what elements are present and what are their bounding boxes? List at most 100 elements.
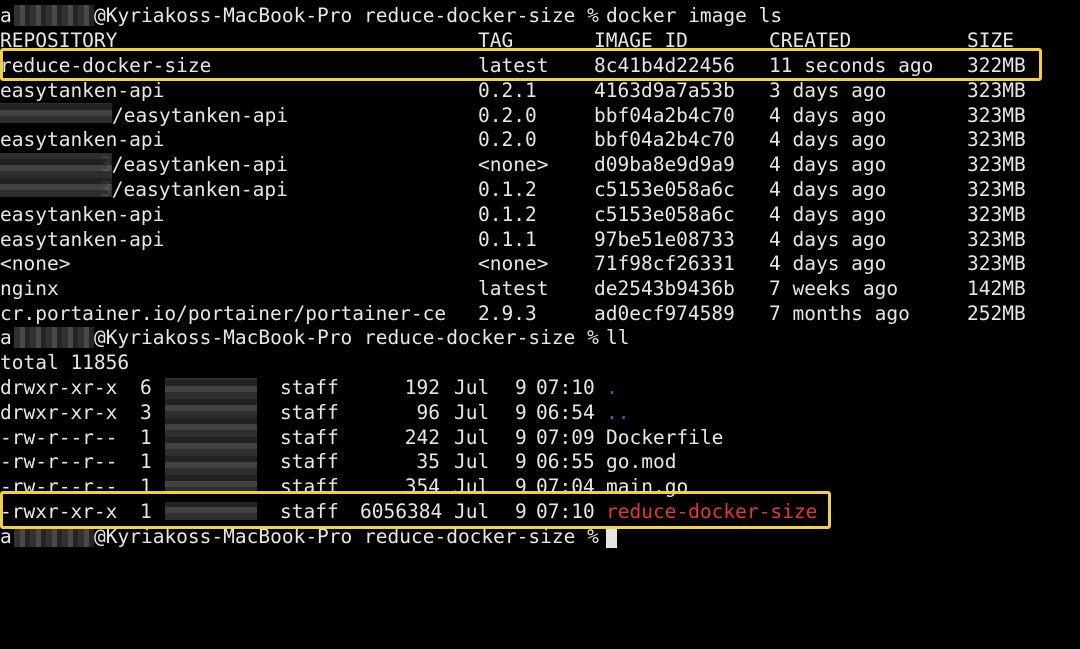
- cell-repository: <none>: [0, 252, 71, 276]
- cell-repository: easytanken-api: [0, 128, 165, 152]
- cell-tag: latest: [478, 277, 549, 301]
- cell-size: 323MB: [967, 202, 1026, 226]
- cell-month: Jul: [454, 425, 490, 449]
- cell-filename[interactable]: .: [606, 375, 618, 400]
- prompt-user: a: [0, 4, 12, 27]
- cell-created: 4 days ago: [769, 178, 887, 201]
- cell-month: Jul: [454, 450, 490, 474]
- text-cursor[interactable]: [606, 526, 617, 548]
- terminal-window[interactable]: a @Kyriakoss-MacBook-Pro reduce-docker-s…: [0, 0, 1080, 563]
- listing-total: total 11856: [0, 350, 129, 375]
- total-text: total 11856: [0, 351, 130, 374]
- command-text: docker image ls: [606, 4, 783, 27]
- cell-size: 142MB: [967, 277, 1026, 301]
- cell-size: 323MB: [967, 78, 1026, 102]
- cell-image-id: bbf04a2b4c70: [594, 128, 735, 152]
- cell-links: 1: [140, 425, 152, 449]
- cell-repository: 3/easytanken-api: [100, 153, 288, 177]
- cell-permissions: drwxr-xr-x: [0, 400, 118, 424]
- highlight-box-binary: [0, 491, 831, 529]
- cell-tag: 0.2.0: [478, 103, 537, 127]
- cell-created: 4 days ago: [769, 252, 887, 276]
- cell-links: 1: [140, 450, 152, 474]
- cell-tag: <none>: [478, 252, 549, 276]
- cell-image-id: 71f98cf26331: [594, 252, 735, 276]
- cell-tag: 0.1.1: [478, 227, 537, 251]
- cell-repository: easytanken-api: [0, 227, 165, 251]
- redacted-username: [14, 5, 94, 26]
- cell-repository: cr.portainer.io/portainer/portainer-ce: [0, 302, 447, 325]
- cell-permissions: drwxr-xr-x: [0, 376, 118, 399]
- cell-size: 323MB: [967, 227, 1026, 251]
- cell-day: 9: [515, 376, 527, 399]
- redacted-owner-column: [165, 378, 257, 494]
- cell-filename[interactable]: Dockerfile: [606, 425, 723, 450]
- cell-created: 4 days ago: [769, 153, 887, 177]
- cell-created: 7 months ago: [769, 302, 910, 325]
- redacted-repo-prefix: [0, 103, 112, 123]
- cell-tag: 0.2.1: [478, 78, 537, 102]
- cell-time: 06:55: [536, 450, 595, 474]
- cell-image-id: c5153e058a6c: [594, 202, 735, 226]
- cell-created: 4 days ago: [769, 202, 887, 226]
- cell-size: 252MB: [967, 302, 1026, 325]
- cell-size: 323MB: [967, 103, 1026, 127]
- cell-permissions: -rw-r--r--: [0, 425, 118, 449]
- cell-tag: 0.1.2: [478, 178, 537, 201]
- prompt-host-path: @Kyriakoss-MacBook-Pro reduce-docker-siz…: [94, 4, 599, 27]
- cell-day: 9: [515, 425, 527, 449]
- cell-size: 323MB: [967, 128, 1026, 152]
- cell-size: 96: [416, 400, 440, 424]
- cell-created: 4 days ago: [769, 227, 887, 251]
- cell-time: 07:09: [536, 425, 595, 449]
- cell-links: 3: [140, 400, 152, 424]
- cell-repository: 3/easytanken-api: [100, 178, 288, 201]
- cell-image-id: ad0ecf974589: [594, 302, 735, 325]
- cell-image-id: bbf04a2b4c70: [594, 103, 735, 127]
- redacted-username: [14, 526, 94, 547]
- cell-day: 9: [515, 400, 527, 424]
- cell-tag: 2.9.3: [478, 302, 537, 325]
- cell-image-id: 4163d9a7a53b: [594, 78, 735, 102]
- cell-group: staff: [280, 450, 339, 474]
- cell-filename[interactable]: go.mod: [606, 449, 676, 474]
- cell-image-id: 97be51e08733: [594, 227, 735, 251]
- cell-size: 35: [416, 450, 440, 474]
- prompt-user: a: [0, 326, 12, 349]
- prompt-line-2: a @Kyriakoss-MacBook-Pro reduce-docker-s…: [0, 325, 629, 350]
- cell-tag: <none>: [478, 153, 549, 177]
- cell-size: 323MB: [967, 178, 1026, 201]
- cell-created: 3 days ago: [769, 78, 887, 102]
- cell-created: 4 days ago: [769, 128, 887, 152]
- cell-tag: 0.1.2: [478, 202, 537, 226]
- highlight-box-image: [0, 48, 1042, 81]
- redacted-repo-prefix: [0, 153, 112, 197]
- cell-size: 242: [404, 425, 440, 449]
- cell-group: staff: [280, 425, 339, 449]
- command-text: ll: [606, 326, 630, 349]
- cell-group: staff: [280, 400, 339, 424]
- cell-created: 4 days ago: [769, 103, 887, 127]
- prompt-line-1: a @Kyriakoss-MacBook-Pro reduce-docker-s…: [0, 3, 782, 28]
- cell-repository: easytanken-api: [0, 202, 165, 226]
- cell-month: Jul: [454, 376, 490, 399]
- cell-size: 192: [404, 376, 440, 399]
- cell-permissions: -rw-r--r--: [0, 450, 118, 474]
- cell-repository: nginx: [0, 277, 59, 301]
- cell-group: staff: [280, 376, 339, 399]
- cell-size: 323MB: [967, 153, 1026, 177]
- cell-repository: /easytanken-api: [112, 103, 289, 127]
- cell-day: 9: [515, 450, 527, 474]
- cell-image-id: de2543b9436b: [594, 277, 735, 301]
- cell-repository: easytanken-api: [0, 78, 165, 102]
- redacted-username: [14, 327, 94, 348]
- cell-time: 07:10: [536, 376, 595, 399]
- cell-tag: 0.2.0: [478, 128, 537, 152]
- prompt-host-path: @Kyriakoss-MacBook-Pro reduce-docker-siz…: [94, 326, 599, 349]
- cell-size: 323MB: [967, 252, 1026, 276]
- cell-image-id: d09ba8e9d9a9: [594, 153, 735, 177]
- cell-image-id: c5153e058a6c: [594, 178, 735, 201]
- cell-created: 7 weeks ago: [769, 277, 899, 301]
- cell-links: 6: [140, 376, 152, 399]
- cell-filename[interactable]: ..: [606, 400, 629, 425]
